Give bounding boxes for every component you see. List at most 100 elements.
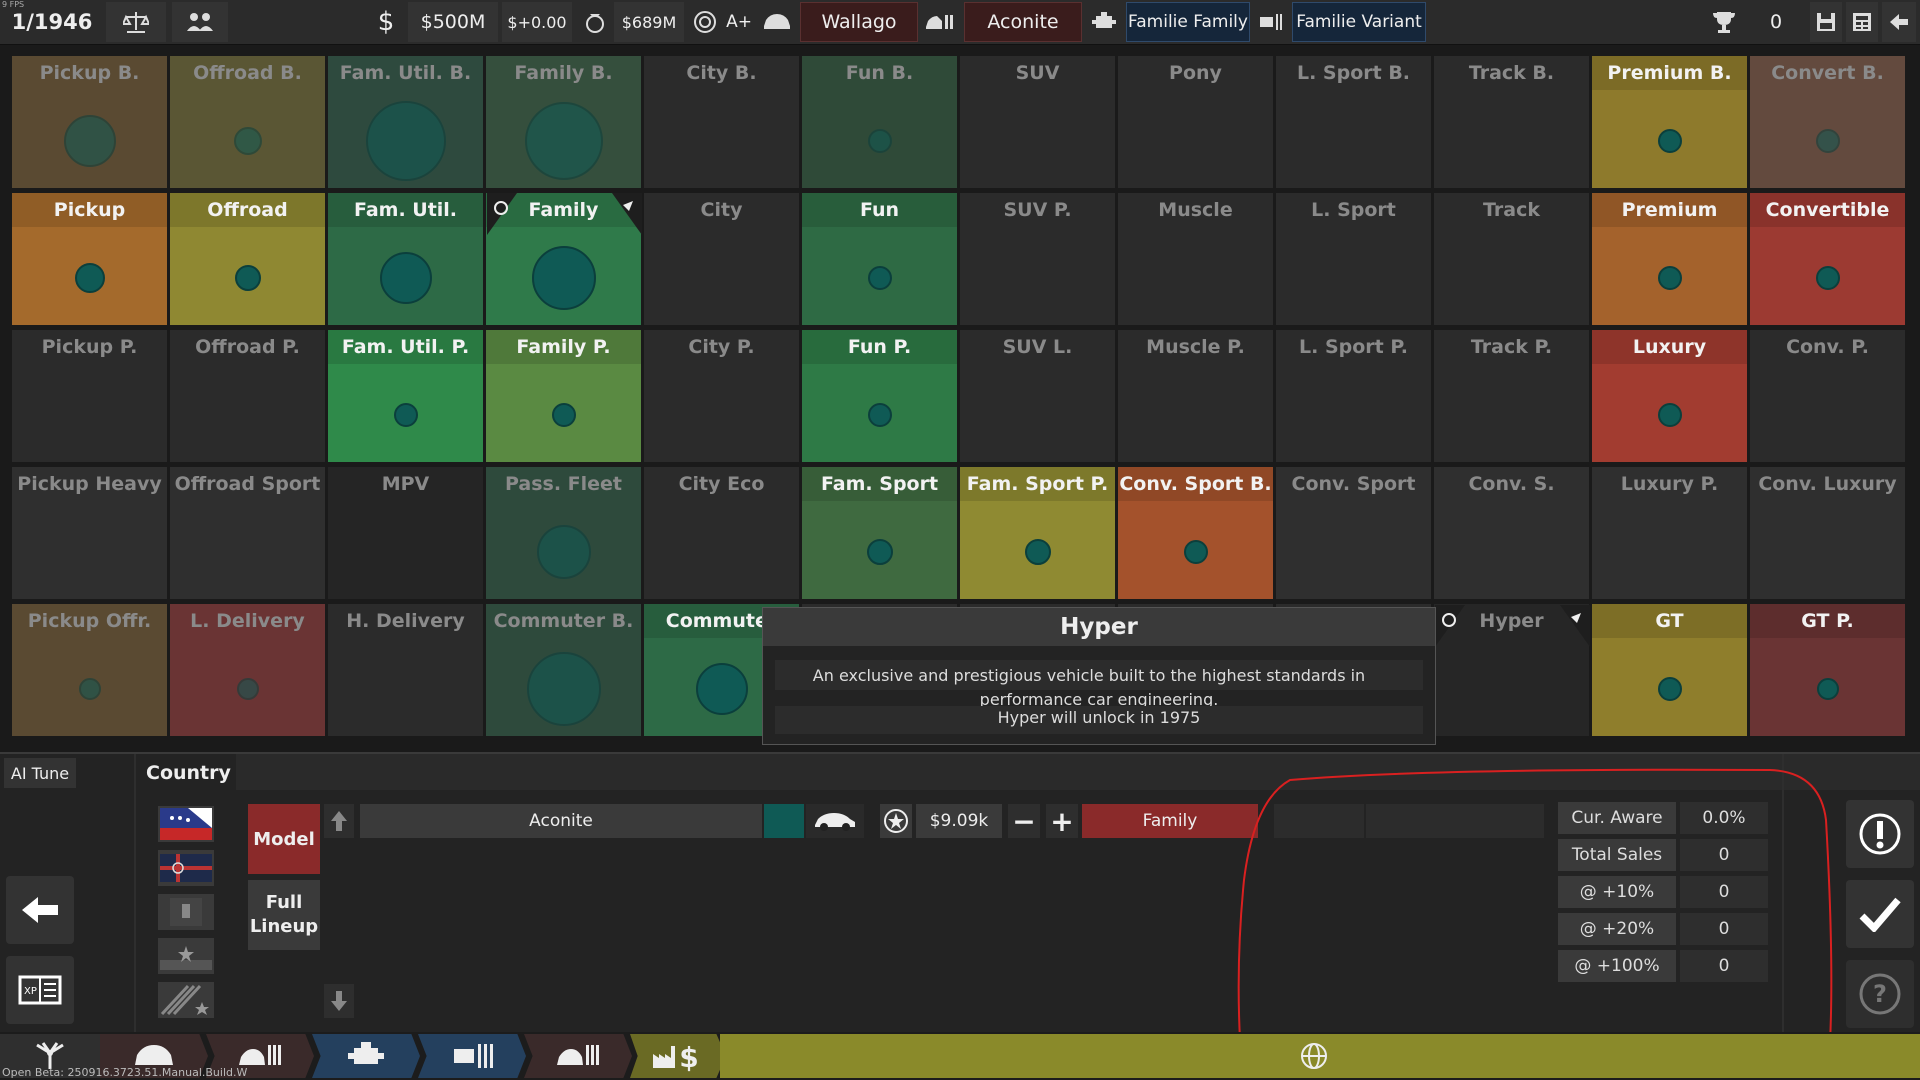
segment-label: MPV <box>381 473 430 495</box>
flag-country-1[interactable] <box>158 806 214 842</box>
calculator-button[interactable] <box>1846 2 1878 42</box>
exclamation-icon <box>1859 813 1901 855</box>
segment-cell[interactable]: Conv. Luxury <box>1750 467 1905 599</box>
help-button[interactable]: ? <box>1846 960 1914 1028</box>
segment-cell[interactable]: Family P. <box>486 330 641 462</box>
segment-popularity-dot <box>74 263 105 293</box>
xp-book-button[interactable]: XP <box>6 956 74 1024</box>
segment-cell[interactable]: Luxury P. <box>1592 467 1747 599</box>
model-name[interactable]: Aconite <box>964 2 1082 42</box>
segment-cell[interactable]: City B. <box>644 56 799 188</box>
trophy-icon[interactable] <box>1706 2 1742 42</box>
row-model-name[interactable]: Aconite <box>360 804 762 838</box>
tab-car-production[interactable] <box>524 1034 632 1078</box>
segment-cell[interactable]: L. Sport <box>1276 193 1431 325</box>
segment-cell[interactable]: Muscle <box>1118 193 1273 325</box>
segment-cell[interactable]: Convertible <box>1750 193 1905 325</box>
segment-cell[interactable]: City <box>644 193 799 325</box>
segment-cell[interactable]: Conv. Sport <box>1276 467 1431 599</box>
segment-cell[interactable]: Conv. P. <box>1750 330 1905 462</box>
segment-cell[interactable]: Pass. Fleet <box>486 467 641 599</box>
engine-variant[interactable]: Familie Variant <box>1292 2 1426 42</box>
balance-scale-button[interactable] <box>106 2 166 42</box>
flag-country-5[interactable] <box>158 982 214 1018</box>
segment-cell[interactable]: Family B. <box>486 56 641 188</box>
tab-engine-design[interactable] <box>312 1034 420 1078</box>
segment-cell[interactable]: SUV L. <box>960 330 1115 462</box>
segment-cell[interactable]: Track <box>1434 193 1589 325</box>
segment-label: Muscle P. <box>1146 336 1245 358</box>
scroll-down-button[interactable] <box>324 984 354 1018</box>
segment-cell[interactable]: Fun P. <box>802 330 957 462</box>
segment-cell[interactable]: Convert B. <box>1750 56 1905 188</box>
price-decrease-button[interactable]: − <box>1008 804 1040 838</box>
model-button[interactable]: Model <box>248 804 320 874</box>
segment-cell[interactable]: MPV <box>328 467 483 599</box>
segment-cell[interactable]: Offroad B. <box>170 56 325 188</box>
segment-popularity-dot <box>526 652 601 726</box>
segment-cell[interactable]: Family <box>486 193 641 325</box>
back-button[interactable] <box>6 876 74 944</box>
tab-engine-variant[interactable] <box>418 1034 526 1078</box>
segment-cell[interactable]: Pickup <box>12 193 167 325</box>
segment-cell[interactable]: Luxury <box>1592 330 1747 462</box>
globe-button[interactable] <box>1296 1034 1332 1078</box>
segment-cell[interactable]: Track P. <box>1434 330 1589 462</box>
people-button[interactable] <box>172 2 228 42</box>
segment-label: Offroad <box>170 193 325 227</box>
segment-label: Commuter B. <box>493 610 634 632</box>
segment-cell[interactable]: GT P. <box>1750 604 1905 736</box>
full-lineup-button[interactable]: Full Lineup <box>248 880 320 950</box>
tab-marketing[interactable]: $ <box>630 1034 726 1078</box>
segment-cell[interactable]: Fun <box>802 193 957 325</box>
segment-cell[interactable]: Pickup P. <box>12 330 167 462</box>
segment-cell[interactable]: Track B. <box>1434 56 1589 188</box>
segment-cell[interactable]: Pickup Offr. <box>12 604 167 736</box>
segment-cell[interactable]: Pickup Heavy <box>12 467 167 599</box>
hyper-tooltip: Hyper An exclusive and prestigious vehic… <box>762 607 1436 745</box>
row-rating-badge[interactable] <box>880 804 912 838</box>
segment-cell[interactable]: Muscle P. <box>1118 330 1273 462</box>
row-color-swatch[interactable] <box>764 804 804 838</box>
segment-cell[interactable]: Conv. S. <box>1434 467 1589 599</box>
segment-cell[interactable]: Conv. Sport B. <box>1118 467 1273 599</box>
back-button-top[interactable] <box>1882 2 1916 42</box>
segment-cell[interactable]: L. Sport P. <box>1276 330 1431 462</box>
segment-cell[interactable]: Fam. Sport <box>802 467 957 599</box>
segment-cell[interactable]: Fam. Util. B. <box>328 56 483 188</box>
segment-cell[interactable]: Premium B. <box>1592 56 1747 188</box>
segment-cell[interactable]: Pickup B. <box>12 56 167 188</box>
save-button[interactable] <box>1810 2 1842 42</box>
segment-cell[interactable]: City P. <box>644 330 799 462</box>
segment-cell[interactable]: Fun B. <box>802 56 957 188</box>
segment-cell[interactable]: City Eco <box>644 467 799 599</box>
confirm-button[interactable] <box>1846 880 1914 948</box>
segment-cell[interactable]: Hyper <box>1434 604 1589 736</box>
segment-cell[interactable]: Premium <box>1592 193 1747 325</box>
engine-family[interactable]: Familie Family <box>1126 2 1250 42</box>
segment-cell[interactable]: SUV <box>960 56 1115 188</box>
segment-cell[interactable]: Fam. Util. P. <box>328 330 483 462</box>
company-name[interactable]: Wallago <box>800 2 918 42</box>
segment-cell[interactable]: GT <box>1592 604 1747 736</box>
segment-cell[interactable]: L. Delivery <box>170 604 325 736</box>
segment-label: SUV L. <box>1002 336 1073 358</box>
segment-cell[interactable]: H. Delivery <box>328 604 483 736</box>
segment-cell[interactable]: SUV P. <box>960 193 1115 325</box>
flag-country-4[interactable] <box>158 938 214 974</box>
segment-label: Hyper <box>1479 610 1544 632</box>
segment-cell[interactable]: Fam. Util. <box>328 193 483 325</box>
price-increase-button[interactable]: + <box>1046 804 1078 838</box>
segment-cell[interactable]: Offroad Sport <box>170 467 325 599</box>
segment-cell[interactable]: Offroad <box>170 193 325 325</box>
segment-cell[interactable]: Commuter B. <box>486 604 641 736</box>
flag-country-2[interactable] <box>158 850 214 886</box>
segment-cell[interactable]: Pony <box>1118 56 1273 188</box>
segment-cell[interactable]: Fam. Sport P. <box>960 467 1115 599</box>
segment-cell[interactable]: Offroad P. <box>170 330 325 462</box>
ai-tune-button[interactable]: AI Tune <box>4 758 76 788</box>
segment-cell[interactable]: L. Sport B. <box>1276 56 1431 188</box>
flag-country-3[interactable] <box>158 894 214 930</box>
warning-button[interactable] <box>1846 800 1914 868</box>
scroll-up-button[interactable] <box>324 804 354 838</box>
